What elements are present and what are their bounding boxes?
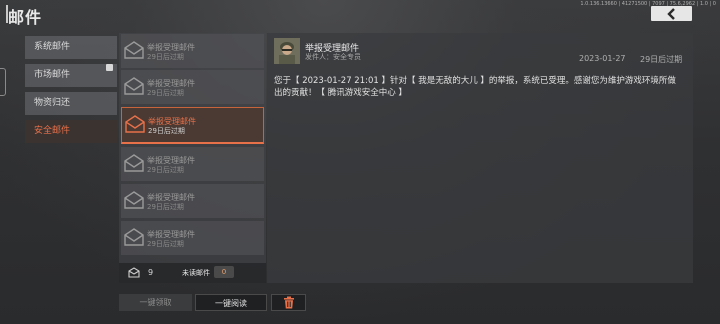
category-market-mail[interactable]: 市场邮件: [25, 64, 117, 87]
category-supply-return[interactable]: 物资归还: [25, 92, 117, 115]
mail-detail-panel: [267, 33, 693, 283]
category-label: 安全邮件: [34, 126, 71, 136]
soldier-avatar-icon: [274, 38, 300, 64]
mail-expiry: 29日后过期: [148, 127, 185, 135]
envelope-icon: [125, 115, 145, 133]
back-button[interactable]: [651, 6, 692, 21]
mail-expiry: 29日后过期: [147, 166, 184, 174]
read-all-button[interactable]: 一键阅读: [195, 294, 267, 311]
mail-expiry: 29日后过期: [147, 89, 184, 97]
mailbox-icon: [128, 267, 140, 278]
delete-button[interactable]: [271, 294, 306, 311]
detail-sender: 发件人：安全专员: [305, 53, 361, 61]
notification-badge-icon: [106, 64, 113, 71]
mail-list-item[interactable]: 举报受理邮件 29日后过期: [121, 34, 264, 68]
mail-list-item[interactable]: 举报受理邮件 29日后过期: [121, 184, 264, 218]
envelope-icon: [124, 228, 144, 246]
sender-avatar: [274, 38, 300, 64]
envelope-icon: [124, 41, 144, 59]
envelope-icon: [124, 77, 144, 95]
page-title: 邮件: [8, 8, 43, 27]
back-arrow-icon: [666, 7, 675, 20]
detail-body-text: 您于【 2023-01-27 21:01 】针对【 我是无敌的大儿 】的举报，系…: [274, 76, 676, 98]
category-label: 市场邮件: [34, 70, 71, 80]
category-label: 物资归还: [34, 98, 71, 108]
mail-list-item-selected[interactable]: 举报受理邮件 29日后过期: [121, 107, 264, 144]
detail-date: 2023-01-27: [579, 54, 626, 63]
envelope-icon: [124, 191, 144, 209]
trash-icon: [283, 296, 294, 309]
detail-expiry: 29日后过期: [640, 55, 683, 64]
unread-count-badge: 0: [214, 266, 234, 278]
envelope-icon: [124, 154, 144, 172]
unread-label: 未读邮件: [182, 269, 210, 277]
category-system-mail[interactable]: 系统邮件: [25, 36, 117, 59]
version-text: 1.0.136.13660 | 41271500 | 7097 | 75.6,2…: [580, 1, 716, 7]
claim-all-button[interactable]: 一键领取: [119, 294, 192, 311]
mail-list-item[interactable]: 举报受理邮件 29日后过期: [121, 221, 264, 255]
mail-list-item[interactable]: 举报受理邮件 29日后过期: [121, 147, 264, 181]
mail-expiry: 29日后过期: [147, 53, 184, 61]
side-drawer-handle[interactable]: [0, 68, 6, 96]
category-label: 系统邮件: [34, 42, 71, 52]
mail-total-count: 9: [148, 268, 154, 277]
mail-expiry: 29日后过期: [147, 240, 184, 248]
category-security-mail[interactable]: 安全邮件: [25, 120, 117, 143]
mail-list-item[interactable]: 举报受理邮件 29日后过期: [121, 70, 264, 104]
mail-expiry: 29日后过期: [147, 203, 184, 211]
